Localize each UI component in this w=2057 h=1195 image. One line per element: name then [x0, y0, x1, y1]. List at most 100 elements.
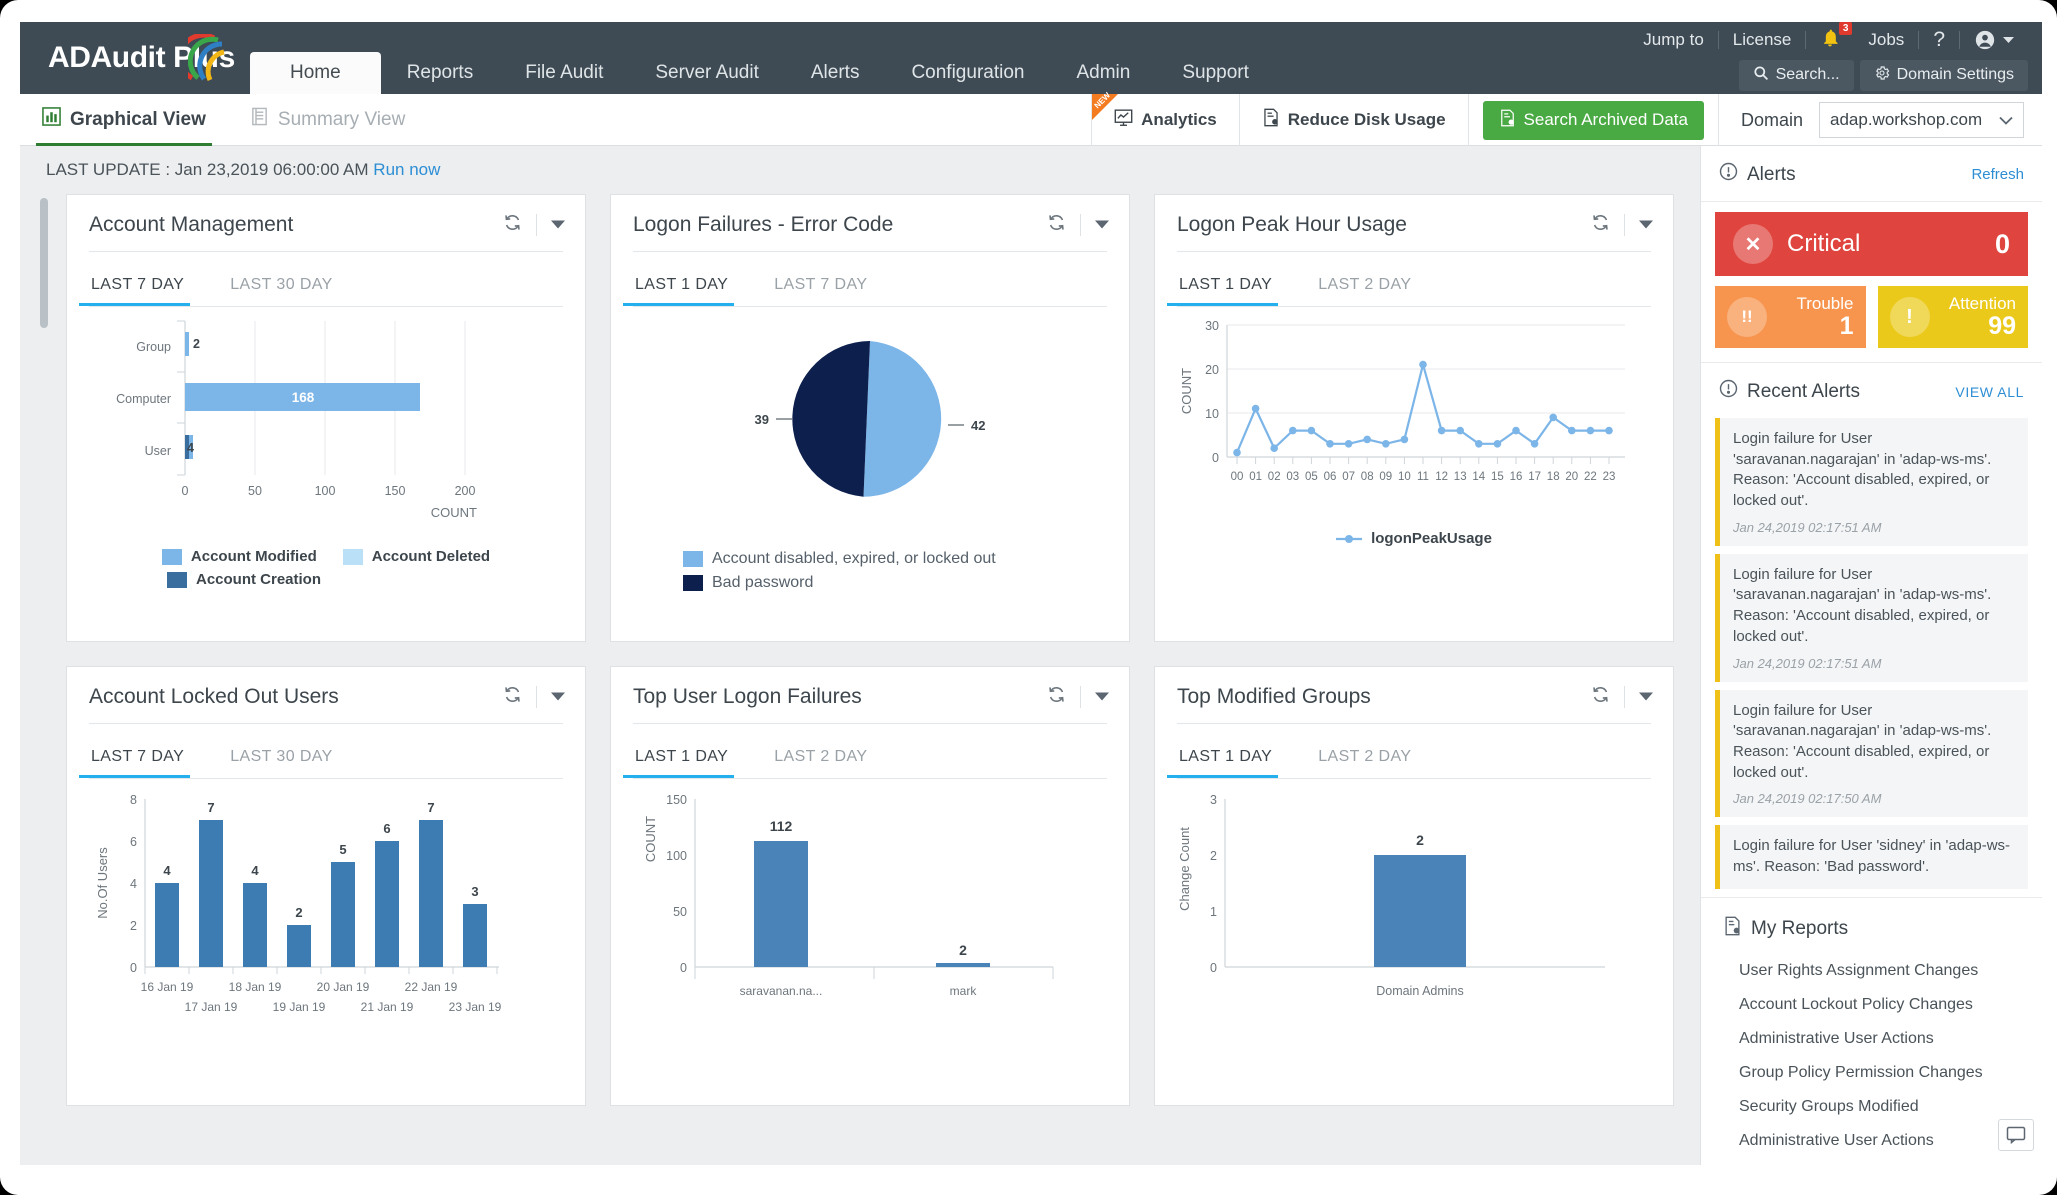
app-logo[interactable]: ADAudit Plus [20, 22, 250, 94]
alert-list-item[interactable]: Login failure for User 'saravanan.nagara… [1715, 689, 2028, 818]
svg-text:20 Jan 19: 20 Jan 19 [317, 980, 370, 994]
my-reports-title: My Reports [1751, 917, 1849, 939]
alert-circle-icon [1719, 379, 1738, 404]
nav-tab-configuration[interactable]: Configuration [885, 52, 1050, 94]
tile-trouble[interactable]: !! Trouble 1 [1715, 286, 1866, 348]
last-update-text: LAST UPDATE : Jan 23,2019 06:00:00 AM [46, 160, 369, 179]
refresh-icon[interactable] [503, 685, 522, 709]
svg-text:100: 100 [666, 849, 687, 863]
range-tab-last-2-day[interactable]: LAST 2 DAY [1316, 266, 1429, 306]
jobs-link[interactable]: Jobs [1854, 30, 1918, 50]
widget-menu-icon[interactable] [1095, 688, 1109, 706]
nav-tab-reports[interactable]: Reports [381, 52, 500, 94]
nav-tab-alerts[interactable]: Alerts [785, 52, 886, 94]
refresh-icon[interactable] [1047, 213, 1066, 237]
search-button[interactable]: Search... [1738, 59, 1854, 91]
alert-list-item[interactable]: Login failure for User 'sidney' in 'adap… [1715, 825, 2028, 889]
refresh-icon[interactable] [1047, 685, 1066, 709]
widget-menu-icon[interactable] [1639, 688, 1653, 706]
svg-text:23 Jan 19: 23 Jan 19 [449, 1000, 502, 1014]
run-now-link[interactable]: Run now [373, 160, 440, 179]
search-icon [1753, 65, 1769, 86]
alert-severity-tiles: ✕ Critical 0 !! Trouble 1 ! Attention 99 [1701, 202, 2042, 362]
nav-tab-server-audit[interactable]: Server Audit [629, 52, 785, 94]
widget-logon-failures-error-code: Logon Failures - Error Code LAST 1 DAY L… [610, 194, 1130, 642]
range-tab-last-1-day[interactable]: LAST 1 DAY [1166, 738, 1290, 778]
widget-top-modified-groups: Top Modified Groups LAST 1 DAY LAST 2 DA… [1154, 666, 1674, 1106]
widget-title: Logon Peak Hour Usage [1177, 213, 1407, 236]
analytics-button[interactable]: NEW Analytics [1091, 91, 1239, 146]
nav-tab-file-audit[interactable]: File Audit [499, 52, 629, 94]
svg-text:0: 0 [680, 961, 687, 975]
report-list-item[interactable]: Group Policy Permission Changes [1701, 1056, 2042, 1090]
svg-text:2: 2 [1416, 832, 1424, 848]
refresh-icon[interactable] [1591, 213, 1610, 237]
browser-window: ADAudit Plus Home Reports File Audit Ser… [0, 0, 2057, 1195]
tab-graphical-view[interactable]: Graphical View [20, 94, 228, 146]
svg-text:08: 08 [1361, 471, 1374, 483]
refresh-icon[interactable] [1591, 685, 1610, 709]
tab-summary-view[interactable]: Summary View [228, 94, 427, 146]
notification-badge: 3 [1838, 22, 1853, 35]
report-list-item[interactable]: Administrative User Actions [1701, 1022, 2042, 1056]
tile-critical-label: Critical [1787, 230, 1861, 257]
jump-to-link[interactable]: Jump to [1629, 30, 1717, 50]
widget-menu-icon[interactable] [551, 688, 565, 706]
user-account-icon[interactable] [1960, 29, 2028, 51]
widget-account-management: Account Management LAST 7 DAY LAST 30 DA… [66, 194, 586, 642]
search-archived-data-button[interactable]: Search Archived Data [1482, 100, 1704, 140]
alerts-refresh-link[interactable]: Refresh [1971, 166, 2024, 183]
alert-message: Login failure for User 'saravanan.nagara… [1733, 565, 1992, 645]
logon-failures-legend: Account disabled, expired, or locked out… [611, 544, 1129, 592]
nav-tab-support[interactable]: Support [1156, 52, 1275, 94]
gear-icon [1874, 65, 1890, 86]
svg-text:09: 09 [1379, 471, 1392, 483]
report-list-item[interactable]: Administrative User Actions [1701, 1124, 2042, 1158]
reduce-disk-usage-button[interactable]: Reduce Disk Usage [1238, 94, 1468, 146]
domain-select[interactable]: adap.workshop.com [1819, 102, 2024, 138]
report-list-item[interactable]: Account Lockout Policy Changes [1701, 988, 2042, 1022]
recent-alerts-title: Recent Alerts [1719, 379, 1860, 404]
domain-select-value: adap.workshop.com [1830, 110, 1983, 129]
dashboard-scrollbar[interactable] [40, 198, 48, 1008]
report-list-item[interactable]: User Rights Assignment Changes [1701, 954, 2042, 988]
widget-menu-icon[interactable] [1095, 216, 1109, 234]
widget-range-tabs: LAST 7 DAY LAST 30 DAY [67, 724, 585, 778]
notification-bell-icon[interactable]: 3 [1806, 22, 1854, 53]
range-tab-last-30-day[interactable]: LAST 30 DAY [228, 738, 351, 778]
widget-menu-icon[interactable] [1639, 216, 1653, 234]
help-icon[interactable]: ? [1919, 28, 1959, 52]
range-tab-last-7-day[interactable]: LAST 7 DAY [78, 266, 202, 306]
tile-critical[interactable]: ✕ Critical 0 [1715, 212, 2028, 276]
range-tab-last-1-day[interactable]: LAST 1 DAY [1166, 266, 1290, 306]
nav-tab-admin[interactable]: Admin [1050, 52, 1156, 94]
recent-alerts-list: Login failure for User 'saravanan.nagara… [1701, 418, 2042, 897]
widget-menu-icon[interactable] [551, 216, 565, 234]
domain-label: Domain [1740, 109, 1803, 130]
svg-text:0: 0 [182, 484, 189, 498]
search-button-label: Search... [1775, 66, 1840, 83]
range-tab-last-7-day[interactable]: LAST 7 DAY [78, 738, 202, 778]
range-tab-last-7-day[interactable]: LAST 7 DAY [772, 266, 885, 306]
alert-list-item[interactable]: Login failure for User 'saravanan.nagara… [1715, 418, 2028, 546]
widget-title: Top Modified Groups [1177, 685, 1371, 708]
tile-attention[interactable]: ! Attention 99 [1877, 286, 2028, 348]
range-tab-last-1-day[interactable]: LAST 1 DAY [622, 738, 746, 778]
chat-support-button[interactable] [1998, 1119, 2034, 1151]
refresh-icon[interactable] [503, 213, 522, 237]
range-tab-last-2-day[interactable]: LAST 2 DAY [1316, 738, 1429, 778]
alert-message: Login failure for User 'saravanan.nagara… [1733, 701, 1992, 781]
report-list-item[interactable]: Security Groups Modified [1701, 1090, 2042, 1124]
recent-alerts-view-all-link[interactable]: VIEW ALL [1955, 384, 2024, 400]
range-tab-last-1-day[interactable]: LAST 1 DAY [622, 266, 746, 306]
domain-settings-button[interactable]: Domain Settings [1859, 59, 2028, 91]
scrollbar-thumb[interactable] [40, 198, 48, 328]
svg-text:5: 5 [339, 842, 346, 857]
license-link[interactable]: License [1719, 30, 1806, 50]
alert-list-item[interactable]: Login failure for User 'saravanan.nagara… [1715, 553, 2028, 682]
range-tab-last-2-day[interactable]: LAST 2 DAY [772, 738, 885, 778]
nav-tab-home[interactable]: Home [250, 52, 381, 94]
range-tab-last-30-day[interactable]: LAST 30 DAY [228, 266, 351, 306]
legend-account-creation: Account Creation [95, 571, 557, 588]
svg-text:6: 6 [383, 821, 390, 836]
